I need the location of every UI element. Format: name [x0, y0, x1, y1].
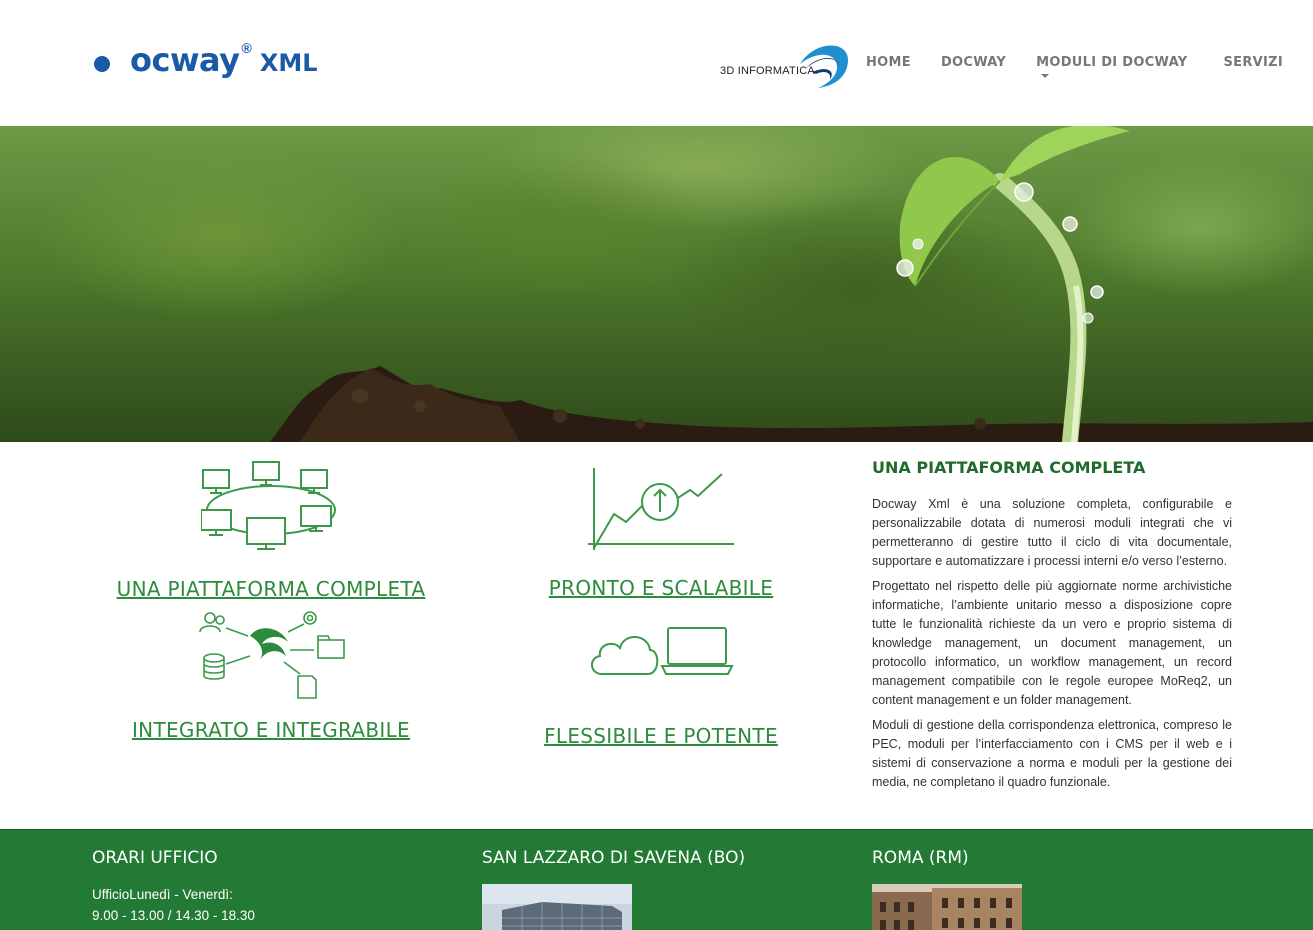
roma-building-photo [872, 884, 1022, 930]
nav-moduli-di-docway[interactable]: MODULI DI DOCWAY [1036, 55, 1193, 85]
seedling-image [270, 126, 1313, 442]
footer-title-san-lazzaro: SAN LAZZARO DI SAVENA (BO) [482, 848, 746, 868]
growth-chart-icon [588, 468, 734, 550]
logo-suffix: XML [259, 49, 318, 77]
docway-logo-mark-icon [92, 35, 140, 89]
footer-col-orari: ORARI UFFICIO UfficioLunedì - Venerdì: 9… [92, 848, 255, 926]
feature-title-flessibile[interactable]: FLESSIBILE E POTENTE [500, 724, 822, 748]
feature-title-integrato[interactable]: INTEGRATO E INTEGRABILE [110, 718, 432, 742]
footer-orari-line-2: 9.00 - 13.00 / 14.30 - 18.30 [92, 908, 255, 923]
hero-banner [0, 126, 1313, 442]
chevron-down-icon [1041, 73, 1050, 78]
cloud-laptop-icon [591, 627, 734, 675]
side-description: UNA PIATTAFORMA COMPLETA Docway Xml è un… [872, 458, 1232, 798]
san-lazzaro-building-photo [482, 884, 632, 930]
footer-orari-line-1: UfficioLunedì - Venerdì: [92, 887, 233, 902]
feature-piattaforma: UNA PIATTAFORMA COMPLETA [110, 460, 432, 601]
feature-flessibile: FLESSIBILE E POTENTE [500, 626, 822, 748]
nav-home[interactable]: HOME [866, 55, 911, 85]
side-paragraph-2: Progettato nel rispetto delle più aggior… [872, 579, 1232, 707]
footer-col-san-lazzaro: SAN LAZZARO DI SAVENA (BO) [482, 848, 745, 930]
footer-title-orari: ORARI UFFICIO [92, 848, 218, 868]
feature-integrato: INTEGRATO E INTEGRABILE [110, 606, 432, 742]
feature-scalabile: PRONTO E SCALABILE [500, 466, 822, 600]
main-nav: HOME DOCWAY MODULI DI DOCWAY SERVIZI [866, 55, 1313, 85]
side-paragraph-3: Moduli di gestione della corrispondenza … [872, 718, 1232, 789]
nav-moduli-label: MODULI DI DOCWAY [1036, 55, 1188, 70]
docway-logo[interactable]: ocway ® XML [92, 34, 318, 90]
feature-title-scalabile[interactable]: PRONTO E SCALABILE [500, 576, 822, 600]
site-header: ocway ® XML 3D INFORMATICA HOME DOCWAY M… [0, 0, 1313, 126]
site-footer: ORARI UFFICIO UfficioLunedì - Venerdì: 9… [0, 829, 1313, 930]
side-title: UNA PIATTAFORMA COMPLETA [872, 458, 1146, 477]
footer-col-roma: ROMA (RM) [872, 848, 1022, 930]
feature-title-piattaforma[interactable]: UNA PIATTAFORMA COMPLETA [110, 577, 432, 601]
nav-docway[interactable]: DOCWAY [941, 55, 1006, 85]
partner-label: 3D INFORMATICA [720, 65, 815, 77]
logo-word: ocway [130, 41, 240, 79]
partner-logo[interactable]: 3D INFORMATICA [720, 42, 850, 90]
footer-title-roma: ROMA (RM) [872, 848, 969, 868]
logo-registered: ® [241, 40, 252, 56]
nav-servizi[interactable]: SERVIZI [1223, 55, 1283, 85]
network-computers-icon [201, 461, 336, 550]
integration-hub-icon [199, 611, 345, 699]
side-paragraph-1: Docway Xml è una soluzione completa, con… [872, 497, 1232, 568]
